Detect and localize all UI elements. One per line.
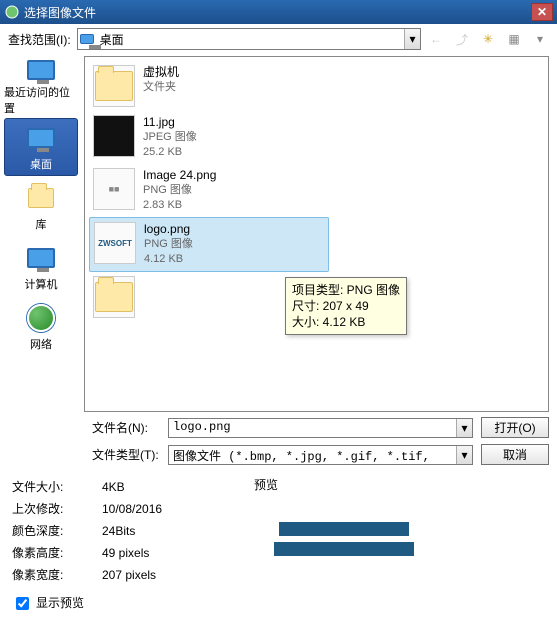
file-properties: 文件大小:4KB 上次修改:10/08/2016 颜色深度:24Bits 像素高… bbox=[12, 476, 242, 614]
tooltip-size: 大小: 4.12 KB bbox=[292, 314, 400, 330]
prop-depth-label: 颜色深度: bbox=[12, 520, 102, 542]
desktop-icon bbox=[25, 122, 57, 154]
up-icon[interactable]: ⤴ bbox=[453, 31, 471, 48]
tooltip-dimensions: 尺寸: 207 x 49 bbox=[292, 298, 400, 314]
chevron-down-icon[interactable]: ▾ bbox=[404, 29, 420, 49]
prop-date-value: 10/08/2016 bbox=[102, 498, 162, 520]
sidebar-item-network[interactable]: 网络 bbox=[4, 298, 78, 356]
network-icon bbox=[25, 302, 57, 334]
close-button[interactable]: ✕ bbox=[531, 3, 553, 21]
cancel-button[interactable]: 取消 bbox=[481, 444, 549, 465]
prop-date-label: 上次修改: bbox=[12, 498, 102, 520]
file-list[interactable]: 虚拟机 文件夹 11.jpg JPEG 图像 25.2 KB ■■ Image … bbox=[84, 56, 549, 412]
filetype-label: 文件类型(T): bbox=[92, 446, 160, 463]
toolbar-icons: ← ⤴ ✳ ▦ ▾ bbox=[427, 31, 549, 48]
filetype-select[interactable]: 图像文件 (*.bmp, *.jpg, *.gif, *.tif, ▾ bbox=[168, 445, 473, 465]
file-item-selected[interactable]: ZWSOFT logo.png PNG 图像 4.12 KB bbox=[89, 217, 329, 272]
file-type: PNG 图像 bbox=[144, 237, 193, 252]
sidebar-item-label: 计算机 bbox=[25, 276, 58, 292]
file-name: 11.jpg bbox=[143, 115, 197, 130]
image-thumb-icon bbox=[93, 115, 135, 157]
prop-height-label: 像素高度: bbox=[12, 542, 102, 564]
prop-width-value: 207 pixels bbox=[102, 564, 156, 586]
filename-label: 文件名(N): bbox=[92, 419, 160, 436]
preview-image bbox=[254, 499, 434, 579]
lookin-label: 查找范围(I): bbox=[8, 31, 71, 48]
prop-height-value: 49 pixels bbox=[102, 542, 149, 564]
checkbox-input[interactable] bbox=[16, 597, 29, 610]
prop-width-label: 像素宽度: bbox=[12, 564, 102, 586]
places-sidebar: 最近访问的位置 桌面 库 计算机 网络 bbox=[0, 54, 82, 414]
prop-size-value: 4KB bbox=[102, 476, 125, 498]
sidebar-item-label: 库 bbox=[36, 216, 47, 232]
views-chevron-down-icon[interactable]: ▾ bbox=[531, 32, 549, 46]
sidebar-item-label: 桌面 bbox=[30, 156, 52, 172]
folder-icon bbox=[93, 65, 135, 107]
chevron-down-icon[interactable]: ▾ bbox=[456, 419, 472, 437]
filename-value: logo.png bbox=[169, 419, 456, 437]
file-name: 虚拟机 bbox=[143, 65, 179, 80]
file-size: 4.12 KB bbox=[144, 252, 193, 267]
file-name: logo.png bbox=[144, 222, 193, 237]
file-item[interactable]: 11.jpg JPEG 图像 25.2 KB bbox=[89, 111, 329, 164]
views-icon[interactable]: ▦ bbox=[505, 32, 523, 46]
file-type: 文件夹 bbox=[143, 80, 179, 95]
file-item-folder[interactable]: 虚拟机 文件夹 bbox=[89, 61, 329, 111]
prop-depth-value: 24Bits bbox=[102, 520, 135, 542]
sidebar-item-libraries[interactable]: 库 bbox=[4, 178, 78, 236]
app-icon bbox=[4, 4, 20, 20]
filename-input[interactable]: logo.png ▾ bbox=[168, 418, 473, 438]
file-tooltip: 项目类型: PNG 图像 尺寸: 207 x 49 大小: 4.12 KB bbox=[285, 277, 407, 335]
image-thumb-icon: ZWSOFT bbox=[94, 222, 136, 264]
file-size: 25.2 KB bbox=[143, 145, 197, 160]
lookin-combo[interactable]: 桌面 ▾ bbox=[77, 28, 421, 50]
back-icon[interactable]: ← bbox=[427, 32, 445, 46]
window-title: 选择图像文件 bbox=[24, 4, 531, 21]
tooltip-type: 项目类型: PNG 图像 bbox=[292, 282, 400, 298]
preview-panel: 预览 bbox=[254, 476, 545, 614]
preview-title: 预览 bbox=[254, 476, 545, 493]
open-button[interactable]: 打开(O) bbox=[481, 417, 549, 438]
chevron-down-icon[interactable]: ▾ bbox=[456, 446, 472, 464]
sidebar-item-computer[interactable]: 计算机 bbox=[4, 238, 78, 296]
sidebar-item-desktop[interactable]: 桌面 bbox=[4, 118, 78, 176]
file-item[interactable]: ■■ Image 24.png PNG 图像 2.83 KB bbox=[89, 164, 329, 217]
image-thumb-icon: ■■ bbox=[93, 168, 135, 210]
sidebar-item-label: 网络 bbox=[30, 336, 52, 352]
desktop-icon bbox=[78, 34, 96, 44]
folder-icon bbox=[93, 276, 135, 318]
recent-icon bbox=[25, 58, 57, 82]
sidebar-item-label: 最近访问的位置 bbox=[4, 84, 78, 116]
filetype-value: 图像文件 (*.bmp, *.jpg, *.gif, *.tif, bbox=[169, 446, 456, 464]
prop-size-label: 文件大小: bbox=[12, 476, 102, 498]
file-type: JPEG 图像 bbox=[143, 130, 197, 145]
lookin-value: 桌面 bbox=[96, 31, 404, 48]
computer-icon bbox=[25, 242, 57, 274]
file-type: PNG 图像 bbox=[143, 183, 216, 198]
new-folder-icon[interactable]: ✳ bbox=[479, 32, 497, 46]
file-name: Image 24.png bbox=[143, 168, 216, 183]
titlebar: 选择图像文件 ✕ bbox=[0, 0, 557, 24]
checkbox-label: 显示预览 bbox=[36, 592, 84, 614]
lookin-toolbar: 查找范围(I): 桌面 ▾ ← ⤴ ✳ ▦ ▾ bbox=[0, 24, 557, 54]
show-preview-checkbox[interactable]: 显示预览 bbox=[12, 592, 242, 614]
libraries-icon bbox=[25, 182, 57, 214]
file-size: 2.83 KB bbox=[143, 198, 216, 213]
sidebar-item-recent[interactable]: 最近访问的位置 bbox=[4, 58, 78, 116]
